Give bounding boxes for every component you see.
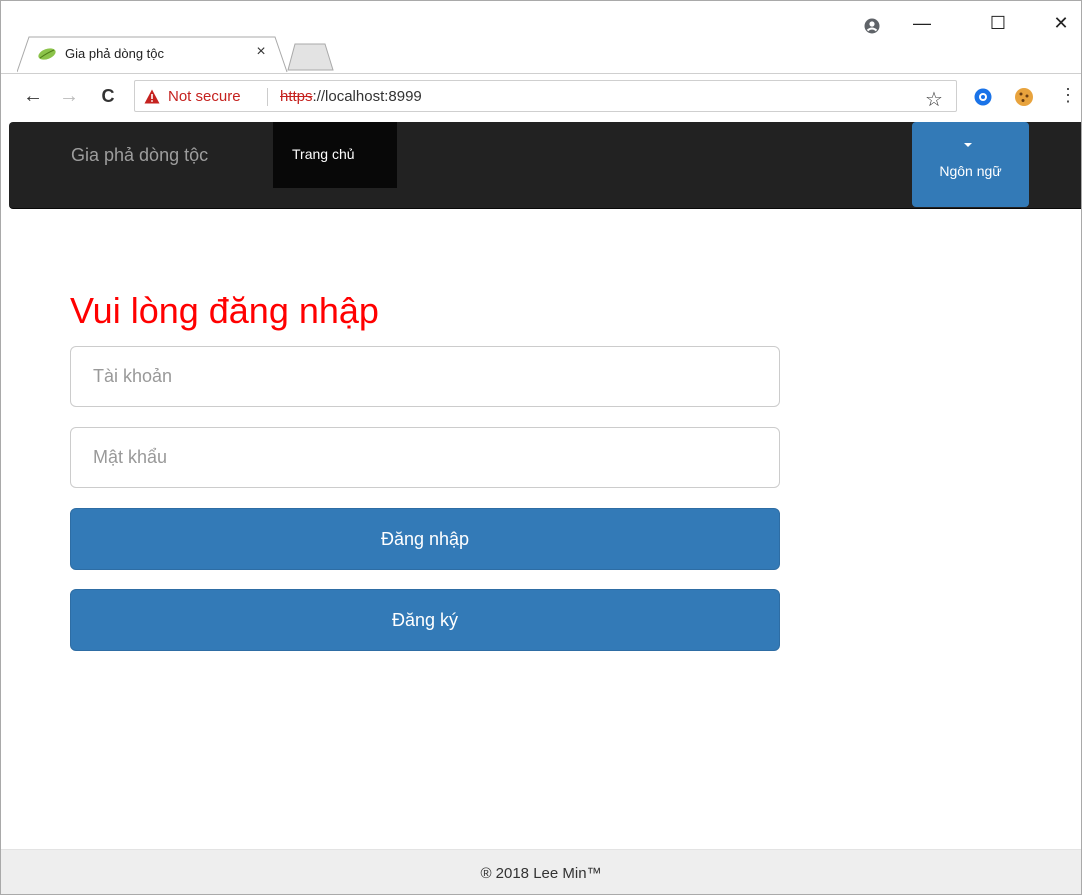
url-scheme: https [280,88,313,105]
tab-close-icon[interactable]: × [253,43,269,61]
leaf-favicon-icon [38,48,56,60]
minimize-icon[interactable]: — [910,13,934,34]
tab-title: Gia phả dòng tộc [65,46,165,61]
copyright-text: ® 2018 Lee Min™ [480,865,602,882]
browser-menu-icon[interactable]: ⋮ [1059,85,1077,105]
page-footer: ® 2018 Lee Min™ [1,849,1081,894]
not-secure-label: Not secure [168,88,241,105]
forward-arrow-icon[interactable]: → [57,82,81,110]
language-label: Ngôn ngữ [939,163,1002,179]
tab-strip: Gia phả dòng tộc × — ☐ ✕ [1,1,1081,73]
login-button[interactable]: Đăng nhập [70,508,780,570]
window-close-icon[interactable]: ✕ [1049,13,1073,34]
nav-item-home[interactable]: Trang chủ [273,122,397,188]
warning-triangle-icon [144,89,160,104]
url-host: ://localhost:8999 [312,88,422,105]
password-input[interactable] [70,427,780,488]
bookmark-star-icon[interactable]: ☆ [925,87,943,112]
address-divider [267,88,268,106]
address-bar[interactable]: Not secure https://localhost:8999 [134,80,957,112]
browser-toolbar: ← → C Not secure https://localhost:8999 [1,73,1081,119]
login-heading: Vui lòng đăng nhập [70,290,379,331]
username-input[interactable] [70,346,780,407]
reload-icon[interactable]: C [96,82,120,110]
profile-icon[interactable] [864,18,880,34]
register-button[interactable]: Đăng ký [70,589,780,651]
site-navbar: Gia phả dòng tộc Trang chủ Ngôn ngữ [9,122,1081,209]
caret-down-icon [964,143,972,147]
back-arrow-icon[interactable]: ← [21,82,45,110]
new-tab-button[interactable] [287,43,335,71]
extension-globe-icon[interactable] [974,88,992,106]
url-text: https://localhost:8999 [280,88,422,105]
navbar-brand[interactable]: Gia phả dòng tộc [71,145,208,166]
cookie-extension-icon[interactable] [1014,87,1034,107]
browser-window: Gia phả dòng tộc × — ☐ ✕ ← → C Not secur… [0,0,1082,895]
maximize-icon[interactable]: ☐ [986,13,1010,34]
browser-tab[interactable]: Gia phả dòng tộc × [17,36,289,73]
language-dropdown-button[interactable]: Ngôn ngữ [912,122,1029,207]
